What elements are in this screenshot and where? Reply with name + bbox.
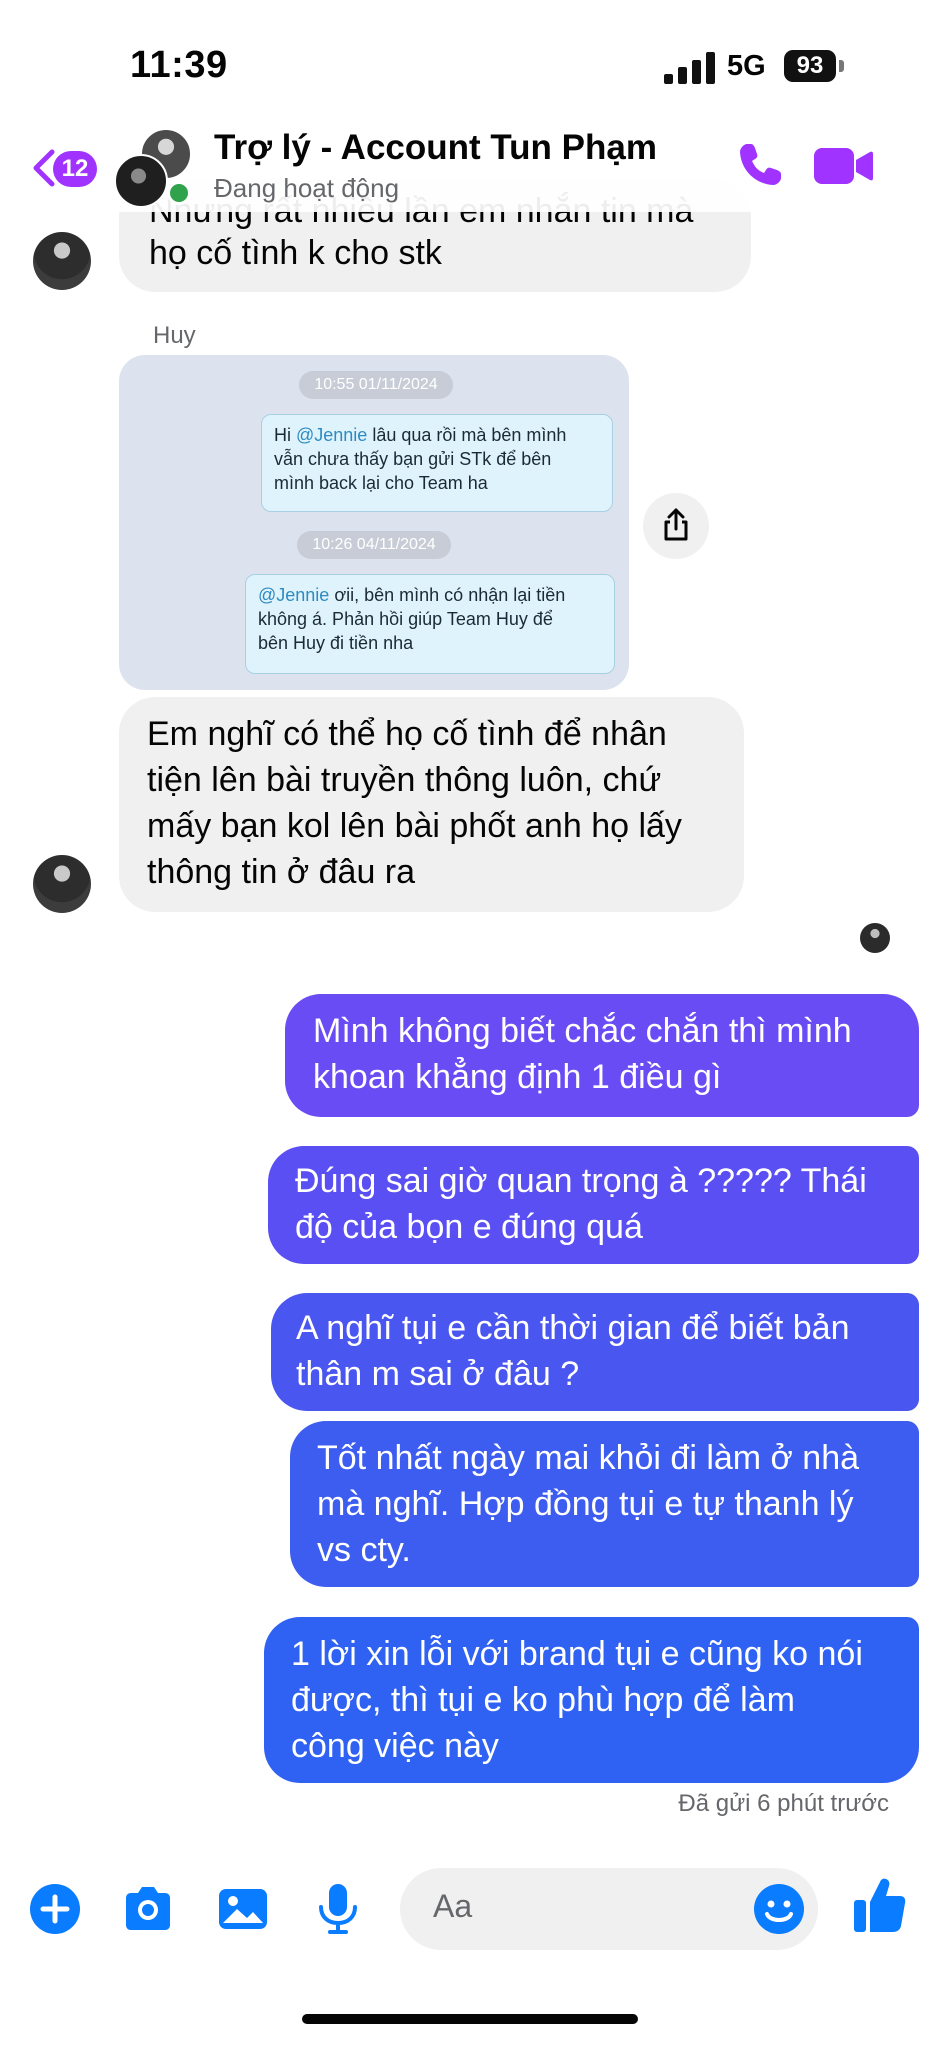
message-text: độ của bọn e đúng quá: [295, 1208, 643, 1246]
message-text: thân m sai ở đâu ?: [296, 1355, 580, 1393]
message-bubble-outgoing[interactable]: Mình không biết chắc chắn thì mình khoan…: [285, 994, 919, 1117]
message-bubble-outgoing[interactable]: Tốt nhất ngày mai khỏi đi làm ở nhà mà n…: [290, 1421, 919, 1587]
quoted-message: Hi @Jennie lâu qua rồi mà bên mình vẫn c…: [261, 414, 613, 512]
battery-tip: [839, 60, 844, 72]
signal-icon: [664, 52, 715, 84]
message-text: Mình không biết chắc chắn thì mình: [313, 1012, 852, 1050]
message-text: khoan khẳng định 1 điều gì: [313, 1058, 722, 1096]
video-call-icon[interactable]: [812, 144, 874, 188]
timestamp-pill: 10:55 01/11/2024: [299, 371, 453, 399]
message-sender-label: Huy: [153, 322, 196, 349]
message-bubble-incoming[interactable]: Em nghĩ có thể họ cố tình để nhân tiện l…: [119, 697, 744, 912]
quoted-text: bên Huy đi tiền nha: [258, 633, 414, 653]
quoted-text: Hi: [274, 425, 296, 445]
message-text: Đúng sai giờ quan trọng à ????? Thái: [295, 1162, 867, 1200]
message-text: 1 lời xin lỗi với brand tụi e cũng ko nó…: [291, 1635, 863, 1673]
message-text: họ cố tình k cho stk: [149, 234, 442, 272]
chat-status: Đang hoạt động: [214, 173, 400, 203]
group-avatar[interactable]: [114, 154, 168, 208]
emoji-icon[interactable]: [751, 1881, 807, 1937]
read-receipt-avatar: [860, 923, 890, 953]
timestamp-pill: 10:26 04/11/2024: [297, 531, 451, 559]
battery-indicator: 93: [784, 50, 836, 82]
message-text: công việc này: [291, 1727, 499, 1765]
contact-avatar[interactable]: [33, 855, 91, 913]
message-input-placeholder: Aa: [433, 1888, 473, 1924]
shared-image-message[interactable]: 10:55 01/11/2024 Hi @Jennie lâu qua rồi …: [119, 355, 629, 690]
mention-link: @Jennie: [296, 425, 368, 445]
contact-avatar[interactable]: [33, 232, 91, 290]
chat-title[interactable]: Trợ lý - Account Tun Phạm: [214, 128, 657, 168]
message-bubble-outgoing[interactable]: A nghĩ tụi e cần thời gian để biết bản t…: [271, 1293, 919, 1411]
delivery-status: Đã gửi 6 phút trước: [678, 1790, 889, 1817]
quoted-text: mình back lại cho Team ha: [274, 473, 488, 493]
message-text: Tốt nhất ngày mai khỏi đi làm ở nhà: [317, 1439, 860, 1477]
status-time: 11:39: [130, 44, 228, 86]
mention-link: @Jennie: [258, 585, 330, 605]
quoted-message: @Jennie ơii, bên mình có nhận lại tiền k…: [245, 574, 615, 674]
camera-icon[interactable]: [120, 1881, 176, 1937]
thumbs-up-icon[interactable]: [852, 1874, 908, 1936]
quoted-text: ơii, bên mình có nhận lại tiền: [329, 585, 566, 605]
quoted-text: lâu qua rồi mà bên mình: [367, 425, 567, 445]
message-text: A nghĩ tụi e cần thời gian để biết bản: [296, 1309, 850, 1347]
message-text: thông tin ở đâu ra: [147, 853, 416, 891]
message-bubble-outgoing[interactable]: 1 lời xin lỗi với brand tụi e cũng ko nó…: [264, 1617, 919, 1783]
share-button[interactable]: [643, 493, 709, 559]
phone-call-icon[interactable]: [735, 140, 785, 190]
quoted-text: không á. Phản hồi giúp Team Huy để: [258, 609, 553, 629]
quoted-text: vẫn chưa thấy bạn gửi STk để bên: [274, 449, 552, 469]
online-status-dot: [167, 181, 191, 205]
message-bubble-outgoing[interactable]: Đúng sai giờ quan trọng à ????? Thái độ …: [268, 1146, 919, 1264]
share-icon: [664, 508, 688, 541]
gallery-icon[interactable]: [215, 1881, 271, 1937]
unread-count-badge[interactable]: 12: [53, 151, 97, 187]
message-text: vs cty.: [317, 1531, 411, 1569]
message-text: mà nghĩ. Hợp đồng tụi e tự thanh lý: [317, 1485, 854, 1523]
message-text: tiện lên bài truyền thông luôn, chứ: [147, 761, 662, 799]
plus-icon[interactable]: [27, 1881, 83, 1937]
message-text: mấy bạn kol lên bài phốt anh họ lấy: [147, 807, 682, 845]
home-indicator: [302, 2014, 638, 2024]
message-text: được, thì tụi e ko phù hợp để làm: [291, 1681, 795, 1719]
message-text: Em nghĩ có thể họ cố tình để nhân: [147, 715, 667, 753]
network-type: 5G: [727, 50, 766, 82]
microphone-icon[interactable]: [310, 1881, 366, 1937]
